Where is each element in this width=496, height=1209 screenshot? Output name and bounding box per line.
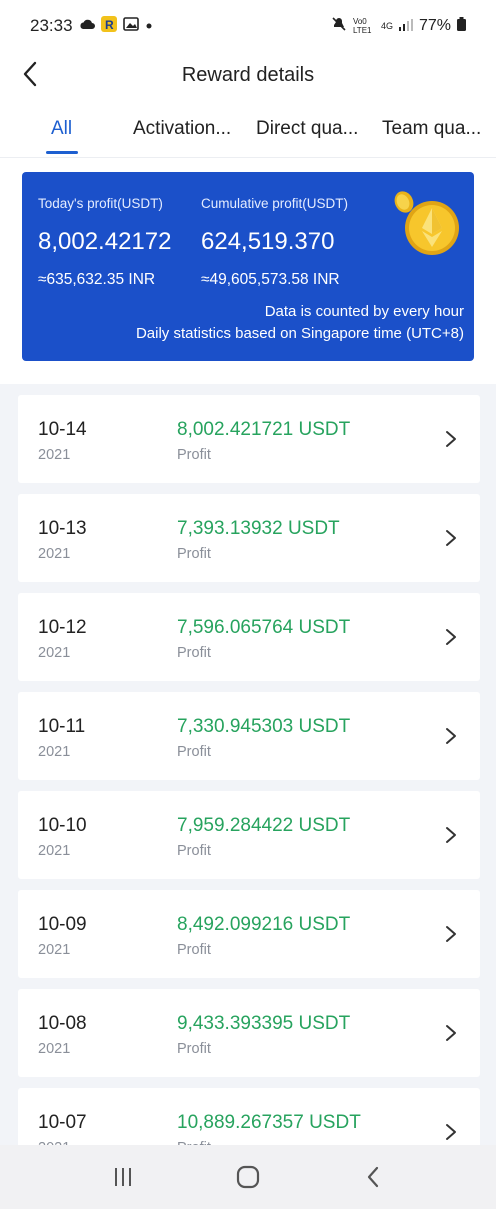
today-profit-label: Today's profit(USDT)	[38, 196, 163, 211]
chevron-right-icon	[446, 728, 456, 744]
record-amount: 7,596.065764 USDT	[177, 617, 351, 638]
chevron-right-icon	[446, 1025, 456, 1041]
recents-button[interactable]	[103, 1157, 143, 1197]
back-icon	[368, 1166, 379, 1188]
image-icon	[122, 16, 139, 36]
record-year: 2021	[38, 546, 71, 562]
record-year: 2021	[38, 744, 71, 760]
cloud-icon	[79, 17, 95, 35]
active-tab-indicator	[46, 151, 78, 154]
list-item[interactable]: 10-11 2021 7,330.945303 USDT Profit	[18, 692, 480, 780]
record-type: Profit	[177, 1041, 211, 1057]
list-item[interactable]: 10-10 2021 7,959.284422 USDT Profit	[18, 791, 480, 879]
list-item[interactable]: 10-14 2021 8,002.421721 USDT Profit	[18, 395, 480, 483]
record-amount: 7,330.945303 USDT	[177, 716, 351, 737]
timezone-note: Daily statistics based on Singapore time…	[135, 325, 464, 342]
app-header: Reward details	[0, 52, 496, 98]
record-year: 2021	[38, 1041, 71, 1057]
status-time: 23:33	[30, 16, 73, 35]
r-app-icon: R	[100, 15, 117, 37]
system-nav-bar	[0, 1145, 496, 1209]
today-profit-inr: ≈635,632.35 INR	[38, 271, 156, 288]
dot-icon	[145, 17, 153, 35]
cumulative-profit-value: 624,519.370	[201, 228, 335, 255]
cumulative-profit-label: Cumulative profit(USDT)	[201, 196, 349, 211]
recents-icon	[114, 1168, 131, 1186]
list-item[interactable]: 10-13 2021 7,393.13932 USDT Profit	[18, 494, 480, 582]
record-year: 2021	[38, 645, 71, 661]
list-item[interactable]: 10-08 2021 9,433.393395 USDT Profit	[18, 989, 480, 1077]
record-amount: 8,002.421721 USDT	[177, 419, 351, 440]
cumulative-profit-inr: ≈49,605,573.58 INR	[201, 271, 340, 288]
back-button[interactable]	[12, 56, 48, 92]
home-icon	[236, 1165, 260, 1189]
mute-icon	[331, 16, 347, 36]
record-date: 10-09	[38, 914, 87, 935]
tab-direct-qualification[interactable]: Direct qua...	[256, 108, 358, 140]
chevron-left-icon	[23, 61, 37, 87]
chevron-right-icon	[446, 926, 456, 942]
record-type: Profit	[177, 843, 211, 859]
record-date: 10-14	[38, 419, 87, 440]
battery-icon	[457, 17, 466, 35]
4g-icon: 4G	[380, 20, 393, 31]
record-amount: 7,959.284422 USDT	[177, 815, 351, 836]
record-date: 10-10	[38, 815, 87, 836]
tab-all[interactable]: All	[51, 108, 72, 140]
page-title: Reward details	[181, 63, 315, 86]
chevron-right-icon	[446, 431, 456, 447]
record-amount: 9,433.393395 USDT	[177, 1013, 351, 1034]
record-type: Profit	[177, 645, 211, 661]
list-item[interactable]: 10-09 2021 8,492.099216 USDT Profit	[18, 890, 480, 978]
record-date: 10-11	[38, 716, 86, 737]
chevron-right-icon	[446, 629, 456, 645]
system-back-button[interactable]	[353, 1157, 393, 1197]
record-amount: 8,492.099216 USDT	[177, 914, 351, 935]
record-type: Profit	[177, 942, 211, 958]
svg-text:R: R	[105, 18, 114, 32]
home-button[interactable]	[228, 1157, 268, 1197]
battery-percent: 77%	[418, 17, 451, 34]
record-amount: 7,393.13932 USDT	[177, 518, 340, 539]
status-bar: 23:33 R Vo0 LTE1 4G 77%	[0, 0, 496, 52]
record-type: Profit	[177, 546, 211, 562]
volte-icon: Vo0 LTE1	[352, 17, 372, 35]
tab-bar: All Activation... Direct qua... Team qua…	[0, 108, 496, 158]
record-date: 10-13	[38, 518, 87, 539]
record-year: 2021	[38, 843, 71, 859]
record-year: 2021	[38, 447, 71, 463]
list-item[interactable]: 10-12 2021 7,596.065764 USDT Profit	[18, 593, 480, 681]
record-type: Profit	[177, 447, 211, 463]
hourly-note: Data is counted by every hour	[264, 303, 464, 320]
tab-team-qualification[interactable]: Team qua...	[382, 108, 481, 140]
record-amount: 10,889.267357 USDT	[177, 1112, 361, 1133]
today-profit-value: 8,002.42172	[38, 228, 172, 255]
signal-icon	[398, 18, 413, 35]
record-date: 10-08	[38, 1013, 87, 1034]
chevron-right-icon	[446, 1124, 456, 1140]
chevron-right-icon	[446, 530, 456, 546]
record-year: 2021	[38, 942, 71, 958]
profit-summary-card: Today's profit(USDT) Cumulative profit(U…	[22, 172, 474, 361]
record-date: 10-07	[38, 1112, 87, 1133]
record-date: 10-12	[38, 617, 87, 638]
ethereum-coin-icon	[394, 191, 459, 255]
tab-activation[interactable]: Activation...	[133, 108, 231, 140]
chevron-right-icon	[446, 827, 456, 843]
record-type: Profit	[177, 744, 211, 760]
